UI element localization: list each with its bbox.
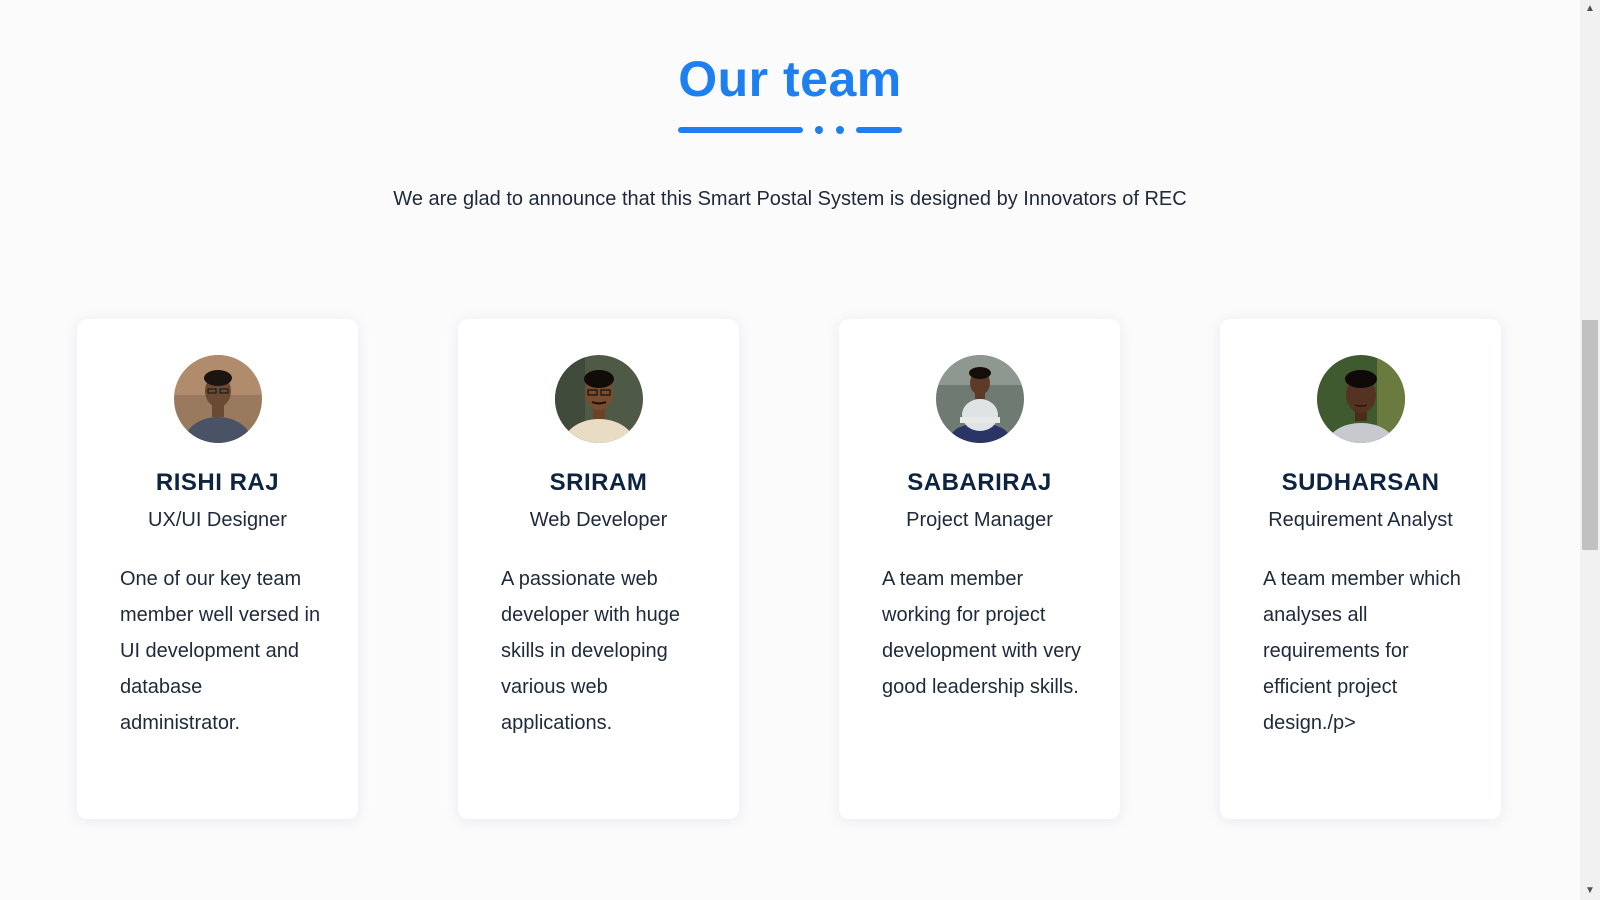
divider-bar-left — [678, 127, 803, 133]
member-name: SUDHARSAN — [1281, 469, 1440, 496]
scroll-down-arrow-icon[interactable]: ▼ — [1580, 882, 1600, 900]
member-description: A passionate web developer with huge ski… — [501, 568, 681, 734]
title-divider — [678, 125, 904, 134]
divider-dot — [815, 126, 823, 134]
scroll-up-arrow-icon[interactable]: ▲ — [1580, 0, 1600, 18]
member-name: RISHI RAJ — [155, 469, 280, 496]
page-title: Our team — [678, 51, 902, 107]
vertical-scrollbar[interactable]: ▲ ▼ — [1580, 0, 1600, 900]
member-role: UX/UI Designer — [148, 509, 287, 531]
avatar — [174, 355, 262, 443]
team-card-rishi-raj: RISHI RAJ UX/UI Designer One of our key … — [77, 319, 358, 819]
member-role: Web Developer — [529, 509, 668, 531]
team-card-sabariraj: SABARIRAJ Project Manager A team member … — [839, 319, 1120, 819]
member-role: Project Manager — [906, 509, 1053, 531]
page-subtitle: We are glad to announce that this Smart … — [393, 188, 1187, 210]
member-name: SRIRAM — [549, 469, 648, 496]
avatar — [936, 355, 1024, 443]
divider-bar-right — [856, 127, 902, 133]
member-role: Requirement Analyst — [1268, 509, 1453, 531]
team-page: Our team We are glad to announce that th… — [0, 0, 1600, 900]
team-card-sudharsan: SUDHARSAN Requirement Analyst A team mem… — [1220, 319, 1501, 819]
member-description: A team member which analyses all require… — [1263, 568, 1461, 734]
scrollbar-thumb[interactable] — [1582, 320, 1598, 550]
member-description: One of our key team member well versed i… — [120, 568, 321, 734]
team-card-sriram: SRIRAM Web Developer A passionate web de… — [458, 319, 739, 819]
divider-dot — [836, 126, 844, 134]
member-description: A team member working for project develo… — [882, 568, 1081, 698]
member-name: SABARIRAJ — [907, 469, 1052, 496]
avatar — [1317, 355, 1405, 443]
avatar — [555, 355, 643, 443]
